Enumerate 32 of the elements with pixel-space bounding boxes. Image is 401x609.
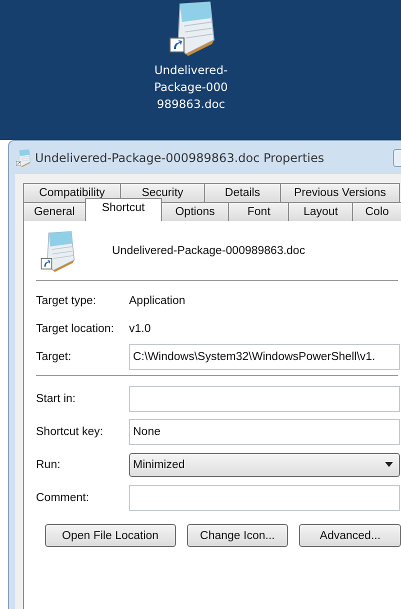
shortcut-file-icon — [15, 148, 31, 166]
tab[interactable]: Previous Versions — [280, 183, 400, 202]
tab[interactable]: Details — [204, 183, 281, 202]
tab[interactable]: Shortcut — [84, 198, 162, 221]
desktop-icon-label: Undelivered- Package-000 989863.doc — [154, 62, 228, 113]
field-label: Shortcut key: — [36, 426, 104, 438]
input-field[interactable] — [129, 386, 400, 412]
tab[interactable]: Font — [228, 202, 290, 221]
input-field[interactable] — [129, 484, 400, 510]
tab[interactable]: Compatibility — [23, 183, 121, 202]
field-value: Application — [129, 295, 186, 307]
field-label: Run: — [36, 458, 62, 470]
dialog-button[interactable]: Open File Location — [45, 524, 176, 547]
dropdown[interactable]: Minimized — [129, 452, 400, 476]
tab[interactable]: Layout — [288, 202, 354, 221]
input-field[interactable]: C:\Windows\System32\WindowsPowerShell\v1. — [129, 344, 400, 370]
input-field[interactable]: None — [129, 418, 400, 444]
tab[interactable]: General — [23, 202, 86, 221]
field-value: v1.0 — [129, 323, 151, 335]
dialog-button[interactable]: Advanced... — [299, 524, 401, 547]
window-title: Undelivered-Package-000989863.doc Properties — [35, 150, 324, 164]
field-label: Target location: — [36, 323, 115, 335]
tab[interactable]: Options — [160, 202, 230, 221]
field-label: Target: — [36, 351, 72, 363]
field-label: Comment: — [36, 492, 90, 504]
caret-icon — [385, 462, 393, 467]
shortcut-file-icon — [38, 230, 76, 272]
tab[interactable]: Colo — [352, 202, 401, 221]
field-label: Start in: — [36, 392, 77, 404]
field-label: Target type: — [36, 295, 98, 307]
dialog-button[interactable]: Change Icon... — [186, 524, 288, 547]
file-name: Undelivered-Package-000989863.doc — [112, 244, 306, 256]
